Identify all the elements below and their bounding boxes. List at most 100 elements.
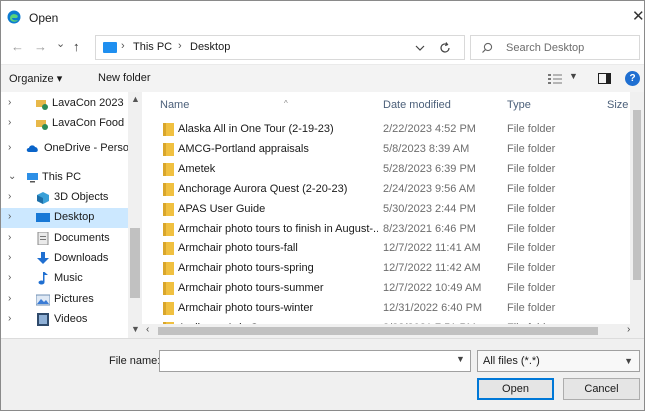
file-row[interactable]: AMCG-Portland appraisals 5/8/2023 8:39 AM… (142, 140, 630, 159)
file-row[interactable]: Armchair photo tours to finish in August… (142, 220, 630, 239)
scrollbar-thumb[interactable] (158, 327, 598, 335)
nav-item-music[interactable]: › Music (1, 269, 128, 289)
3d-objects-icon (37, 192, 49, 204)
chevron-right-icon[interactable]: › (8, 191, 11, 202)
file-row[interactable]: Armchair photo tours-summer 12/7/2022 10:… (142, 279, 630, 298)
chevron-right-icon[interactable]: › (8, 211, 11, 222)
preview-pane-icon[interactable] (598, 73, 611, 84)
nav-item-3d-objects[interactable]: › 3D Objects (1, 188, 128, 208)
file-row[interactable]: Armchair photo tours-spring 12/7/2022 11:… (142, 259, 630, 278)
help-icon[interactable]: ? (625, 71, 640, 86)
file-date-modified: 12/7/2022 10:49 AM (383, 282, 482, 295)
chevron-right-icon[interactable]: › (8, 272, 11, 283)
file-name: Alaska All in One Tour (2-19-23) (178, 123, 334, 135)
column-headers: Name ^ Date modified Type Size (142, 92, 630, 116)
chevron-right-icon[interactable]: › (8, 252, 11, 263)
chevron-down-icon[interactable] (414, 42, 426, 54)
column-header-type[interactable]: Type (507, 99, 531, 111)
file-list-vertical-scrollbar[interactable] (630, 92, 644, 324)
file-row[interactable]: Anchorage Aurora Quest (2-20-23) 2/24/202… (142, 180, 630, 199)
edge-browser-icon (7, 10, 21, 24)
nav-item-label: Downloads (54, 252, 109, 264)
title-bar: Open ✕ (1, 1, 645, 33)
nav-item-documents[interactable]: › Documents (1, 229, 128, 249)
file-type: File folder (507, 282, 556, 295)
breadcrumb-desktop[interactable]: Desktop (190, 41, 230, 53)
view-dropdown-icon[interactable]: ▼ (569, 71, 578, 81)
chevron-down-icon[interactable]: ▼ (456, 354, 465, 364)
onedrive-cloud-icon (26, 145, 38, 152)
file-type-filter-value: All files (*.*) (483, 355, 540, 367)
chevron-right-icon[interactable]: › (8, 142, 11, 153)
refresh-icon[interactable] (438, 41, 452, 55)
file-list-horizontal-scrollbar[interactable]: ‹ › (142, 324, 644, 338)
column-header-date[interactable]: Date modified (383, 99, 451, 111)
scroll-up-icon[interactable]: ▲ (131, 94, 140, 104)
chevron-down-icon[interactable]: ⌄ (8, 171, 16, 182)
file-date-modified: 2/22/2023 4:52 PM (383, 123, 476, 135)
scroll-down-icon[interactable]: ▼ (131, 324, 140, 334)
file-row[interactable]: Alaska All in One Tour (2-19-23) 2/22/202… (142, 120, 630, 139)
nav-item-this-pc[interactable]: ⌄ This PC (1, 168, 128, 188)
file-date-modified: 12/31/2022 6:40 PM (383, 302, 483, 315)
nav-item-lavacon-food[interactable]: › LavaCon Food Pl (1, 114, 137, 134)
open-button[interactable]: Open (477, 378, 554, 400)
recent-locations-icon[interactable]: ⌄ (56, 37, 65, 51)
chevron-right-icon[interactable]: › (8, 232, 11, 243)
this-pc-icon (103, 42, 117, 53)
nav-item-videos[interactable]: › Videos (1, 310, 128, 330)
file-row[interactable]: Armchair photo tours-fall 12/7/2022 11:41… (142, 239, 630, 258)
nav-item-lavacon-2023[interactable]: › LavaCon 2023 (1, 94, 128, 114)
chevron-right-icon[interactable]: › (8, 313, 11, 324)
column-header-name[interactable]: Name (160, 99, 189, 111)
nav-item-label: This PC (42, 171, 82, 183)
sort-ascending-icon: ^ (284, 99, 288, 108)
close-icon[interactable]: ✕ (632, 7, 645, 27)
scrollbar-thumb[interactable] (130, 228, 140, 298)
nav-pane-scrollbar[interactable]: ▲ ▼ (128, 92, 142, 338)
command-bar: Organize ▾ New folder ▼ ? (1, 64, 644, 92)
address-bar[interactable]: › This PC › Desktop (95, 35, 465, 60)
folder-icon (163, 162, 174, 176)
nav-item-downloads[interactable]: › Downloads (1, 249, 128, 269)
back-arrow-icon[interactable]: ← (11, 40, 24, 54)
nav-item-desktop[interactable]: › Desktop (1, 208, 128, 228)
file-type: File folder (507, 142, 556, 155)
nav-item-label: Music (54, 272, 83, 284)
column-header-size[interactable]: Size (607, 99, 628, 111)
file-type: File folder (507, 302, 556, 315)
videos-icon (37, 313, 49, 326)
cancel-button[interactable]: Cancel (563, 378, 640, 400)
file-type: File folder (507, 222, 556, 235)
organize-menu-button[interactable]: Organize ▾ (9, 72, 62, 85)
nav-item-label: LavaCon 2023 (52, 97, 124, 109)
navigation-pane: › LavaCon 2023 › LavaCon Food Pl › OneDr… (1, 92, 142, 338)
view-options-icon[interactable] (548, 73, 562, 85)
chevron-down-icon[interactable]: ▼ (624, 356, 633, 366)
scrollbar-thumb[interactable] (633, 110, 641, 280)
breadcrumb-this-pc[interactable]: This PC (133, 41, 172, 53)
nav-item-onedrive[interactable]: › OneDrive - Person (1, 139, 135, 159)
folder-icon (163, 242, 174, 256)
file-row[interactable]: APAS User Guide 5/30/2023 2:44 PM File fol… (142, 200, 630, 219)
file-row[interactable]: Armchair photo tours-winter 12/31/2022 6:… (142, 299, 630, 318)
file-name-input[interactable] (159, 350, 471, 372)
chevron-right-icon[interactable]: › (8, 293, 11, 304)
file-name: APAS User Guide (178, 202, 266, 215)
search-input[interactable]: Search Desktop (470, 35, 640, 60)
chevron-right-icon[interactable]: › (8, 97, 11, 108)
pictures-icon (36, 294, 50, 306)
file-type-filter-select[interactable]: All files (*.*) ▼ (477, 350, 640, 372)
scroll-left-icon[interactable]: ‹ (146, 324, 149, 335)
file-date-modified: 5/30/2023 2:44 PM (383, 202, 476, 215)
folder-icon (163, 123, 174, 136)
forward-arrow-icon[interactable]: → (34, 40, 47, 54)
scroll-right-icon[interactable]: › (627, 324, 630, 335)
file-date-modified: 5/8/2023 8:39 AM (383, 142, 470, 155)
file-row[interactable]: Ametek 5/28/2023 6:39 PM File folder (142, 160, 630, 179)
file-type: File folder (507, 162, 556, 175)
new-folder-button[interactable]: New folder (98, 72, 151, 84)
chevron-right-icon[interactable]: › (8, 117, 11, 128)
up-arrow-icon[interactable]: ↑ (73, 40, 80, 54)
nav-item-pictures[interactable]: › Pictures (1, 290, 128, 310)
